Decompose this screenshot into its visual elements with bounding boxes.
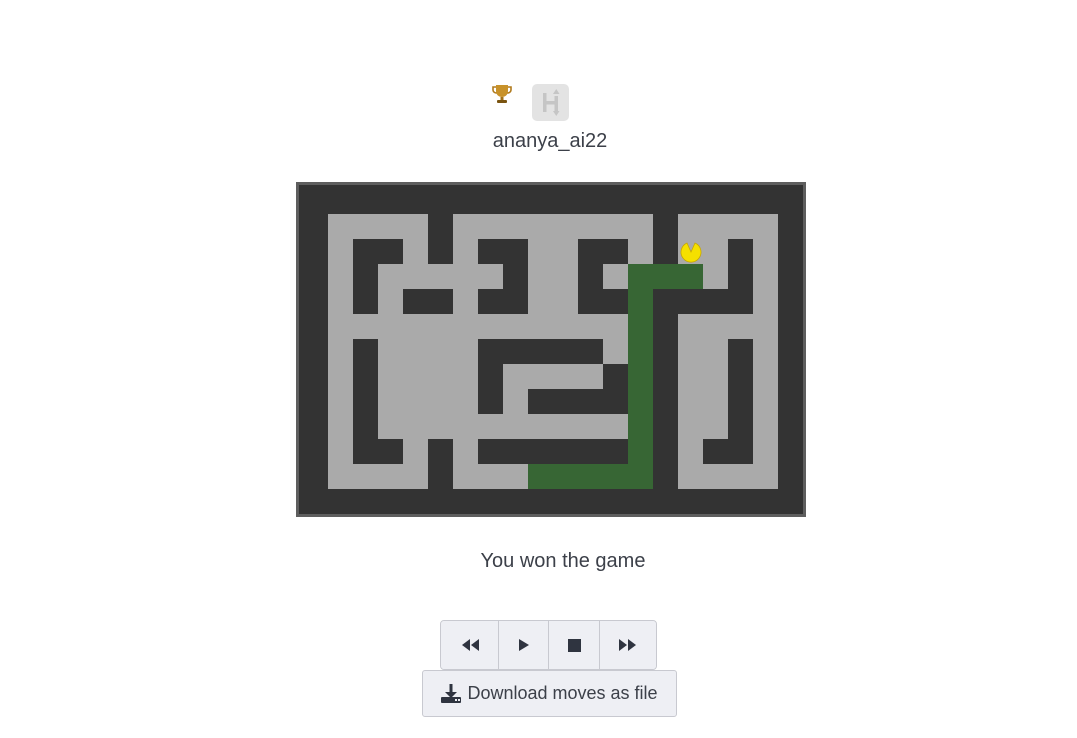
maze-wall	[403, 289, 453, 314]
maze-wall	[653, 314, 678, 489]
game-status: You won the game	[480, 550, 646, 572]
h-logo-icon	[543, 89, 560, 116]
maze-wall	[478, 239, 528, 264]
play-button[interactable]	[499, 621, 549, 669]
stop-button[interactable]	[549, 621, 600, 669]
maze-wall	[478, 289, 528, 314]
download-label: Download moves as file	[467, 683, 658, 703]
maze-wall	[353, 439, 403, 464]
maze-wall	[428, 439, 453, 489]
maze-wall	[478, 339, 603, 364]
fast-forward-button[interactable]	[600, 621, 656, 669]
maze-wall	[353, 264, 378, 314]
maze-wall	[728, 239, 753, 314]
solution-path	[528, 464, 653, 489]
playback-controls	[440, 620, 657, 670]
trophy-icon	[492, 85, 512, 103]
maze-wall	[653, 214, 678, 264]
maze-wall	[603, 289, 628, 314]
maze-canvas	[299, 185, 803, 514]
maze-wall	[478, 439, 628, 464]
stop-icon	[567, 638, 581, 652]
solution-path	[628, 264, 703, 289]
play-icon	[518, 639, 529, 651]
rewind-icon	[461, 639, 479, 651]
maze-wall	[653, 289, 703, 314]
maze-wall	[478, 364, 503, 414]
fast-forward-icon	[619, 639, 636, 651]
maze-wall	[503, 264, 528, 289]
maze-wall	[353, 239, 403, 264]
maze-wall	[703, 439, 753, 464]
avatar	[532, 84, 569, 121]
maze-board	[296, 182, 806, 517]
rewind-button[interactable]	[441, 621, 499, 669]
maze-wall	[428, 214, 453, 264]
download-icon	[441, 684, 462, 703]
game-replay-page: ananya_ai22 You won the game Download mo…	[0, 0, 1077, 738]
solution-path	[628, 289, 653, 489]
maze-wall	[578, 239, 628, 264]
maze-wall	[578, 264, 603, 314]
player-username: ananya_ai22	[492, 130, 608, 152]
download-moves-button[interactable]: Download moves as file	[422, 670, 677, 717]
maze-wall	[603, 364, 628, 414]
